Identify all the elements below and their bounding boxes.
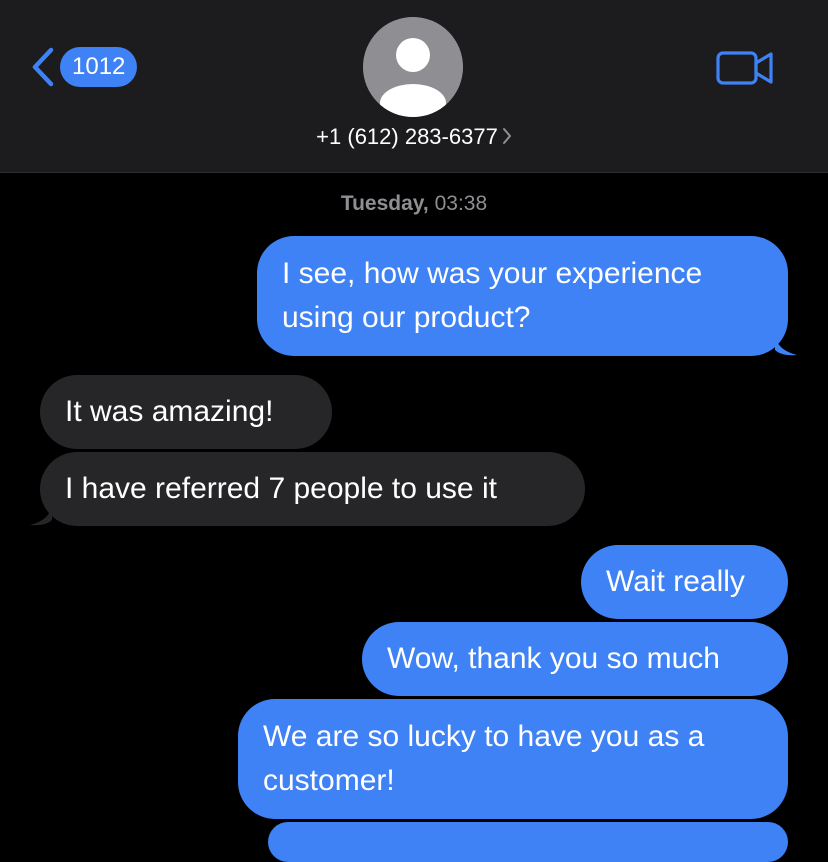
contact-info-button[interactable]: +1 (612) 283-6377	[0, 124, 828, 151]
facetime-video-button[interactable]	[716, 50, 774, 91]
chevron-right-icon	[502, 125, 512, 151]
chevron-left-icon	[30, 46, 56, 88]
video-camera-icon	[716, 51, 774, 90]
outgoing-message[interactable]: Wow, thank you so much	[362, 622, 788, 696]
outgoing-message-partial[interactable]	[268, 822, 788, 862]
contact-avatar[interactable]	[363, 17, 463, 117]
message-text: Wow, thank you so much	[387, 642, 720, 675]
outgoing-message[interactable]: We are so lucky to have you as a custome…	[238, 699, 788, 819]
message-timestamp: Tuesday, 03:38	[0, 192, 828, 216]
conversation-header: 1012 +1 (612) 283-6377	[0, 0, 828, 173]
message-text: I have referred 7 people to use it	[65, 472, 497, 505]
outgoing-message[interactable]: Wait really	[581, 545, 788, 619]
incoming-message[interactable]: It was amazing!	[40, 375, 332, 449]
message-text: We are so lucky to have you as a custome…	[263, 720, 705, 797]
message-text: I see, how was your experience using our…	[282, 257, 703, 334]
person-silhouette-icon	[363, 17, 463, 117]
outgoing-message[interactable]: I see, how was your experience using our…	[257, 236, 788, 356]
timestamp-day: Tuesday,	[340, 192, 429, 215]
timestamp-time: 03:38	[434, 192, 488, 215]
message-text: Wait really	[606, 565, 745, 598]
back-button[interactable]: 1012	[30, 44, 138, 90]
unread-count-badge: 1012	[60, 47, 138, 87]
incoming-message[interactable]: I have referred 7 people to use it	[40, 452, 585, 526]
bubble-tail	[775, 336, 797, 356]
message-text: It was amazing!	[65, 395, 274, 428]
bubble-tail	[30, 506, 52, 526]
contact-number: +1 (612) 283-6377	[316, 124, 498, 149]
